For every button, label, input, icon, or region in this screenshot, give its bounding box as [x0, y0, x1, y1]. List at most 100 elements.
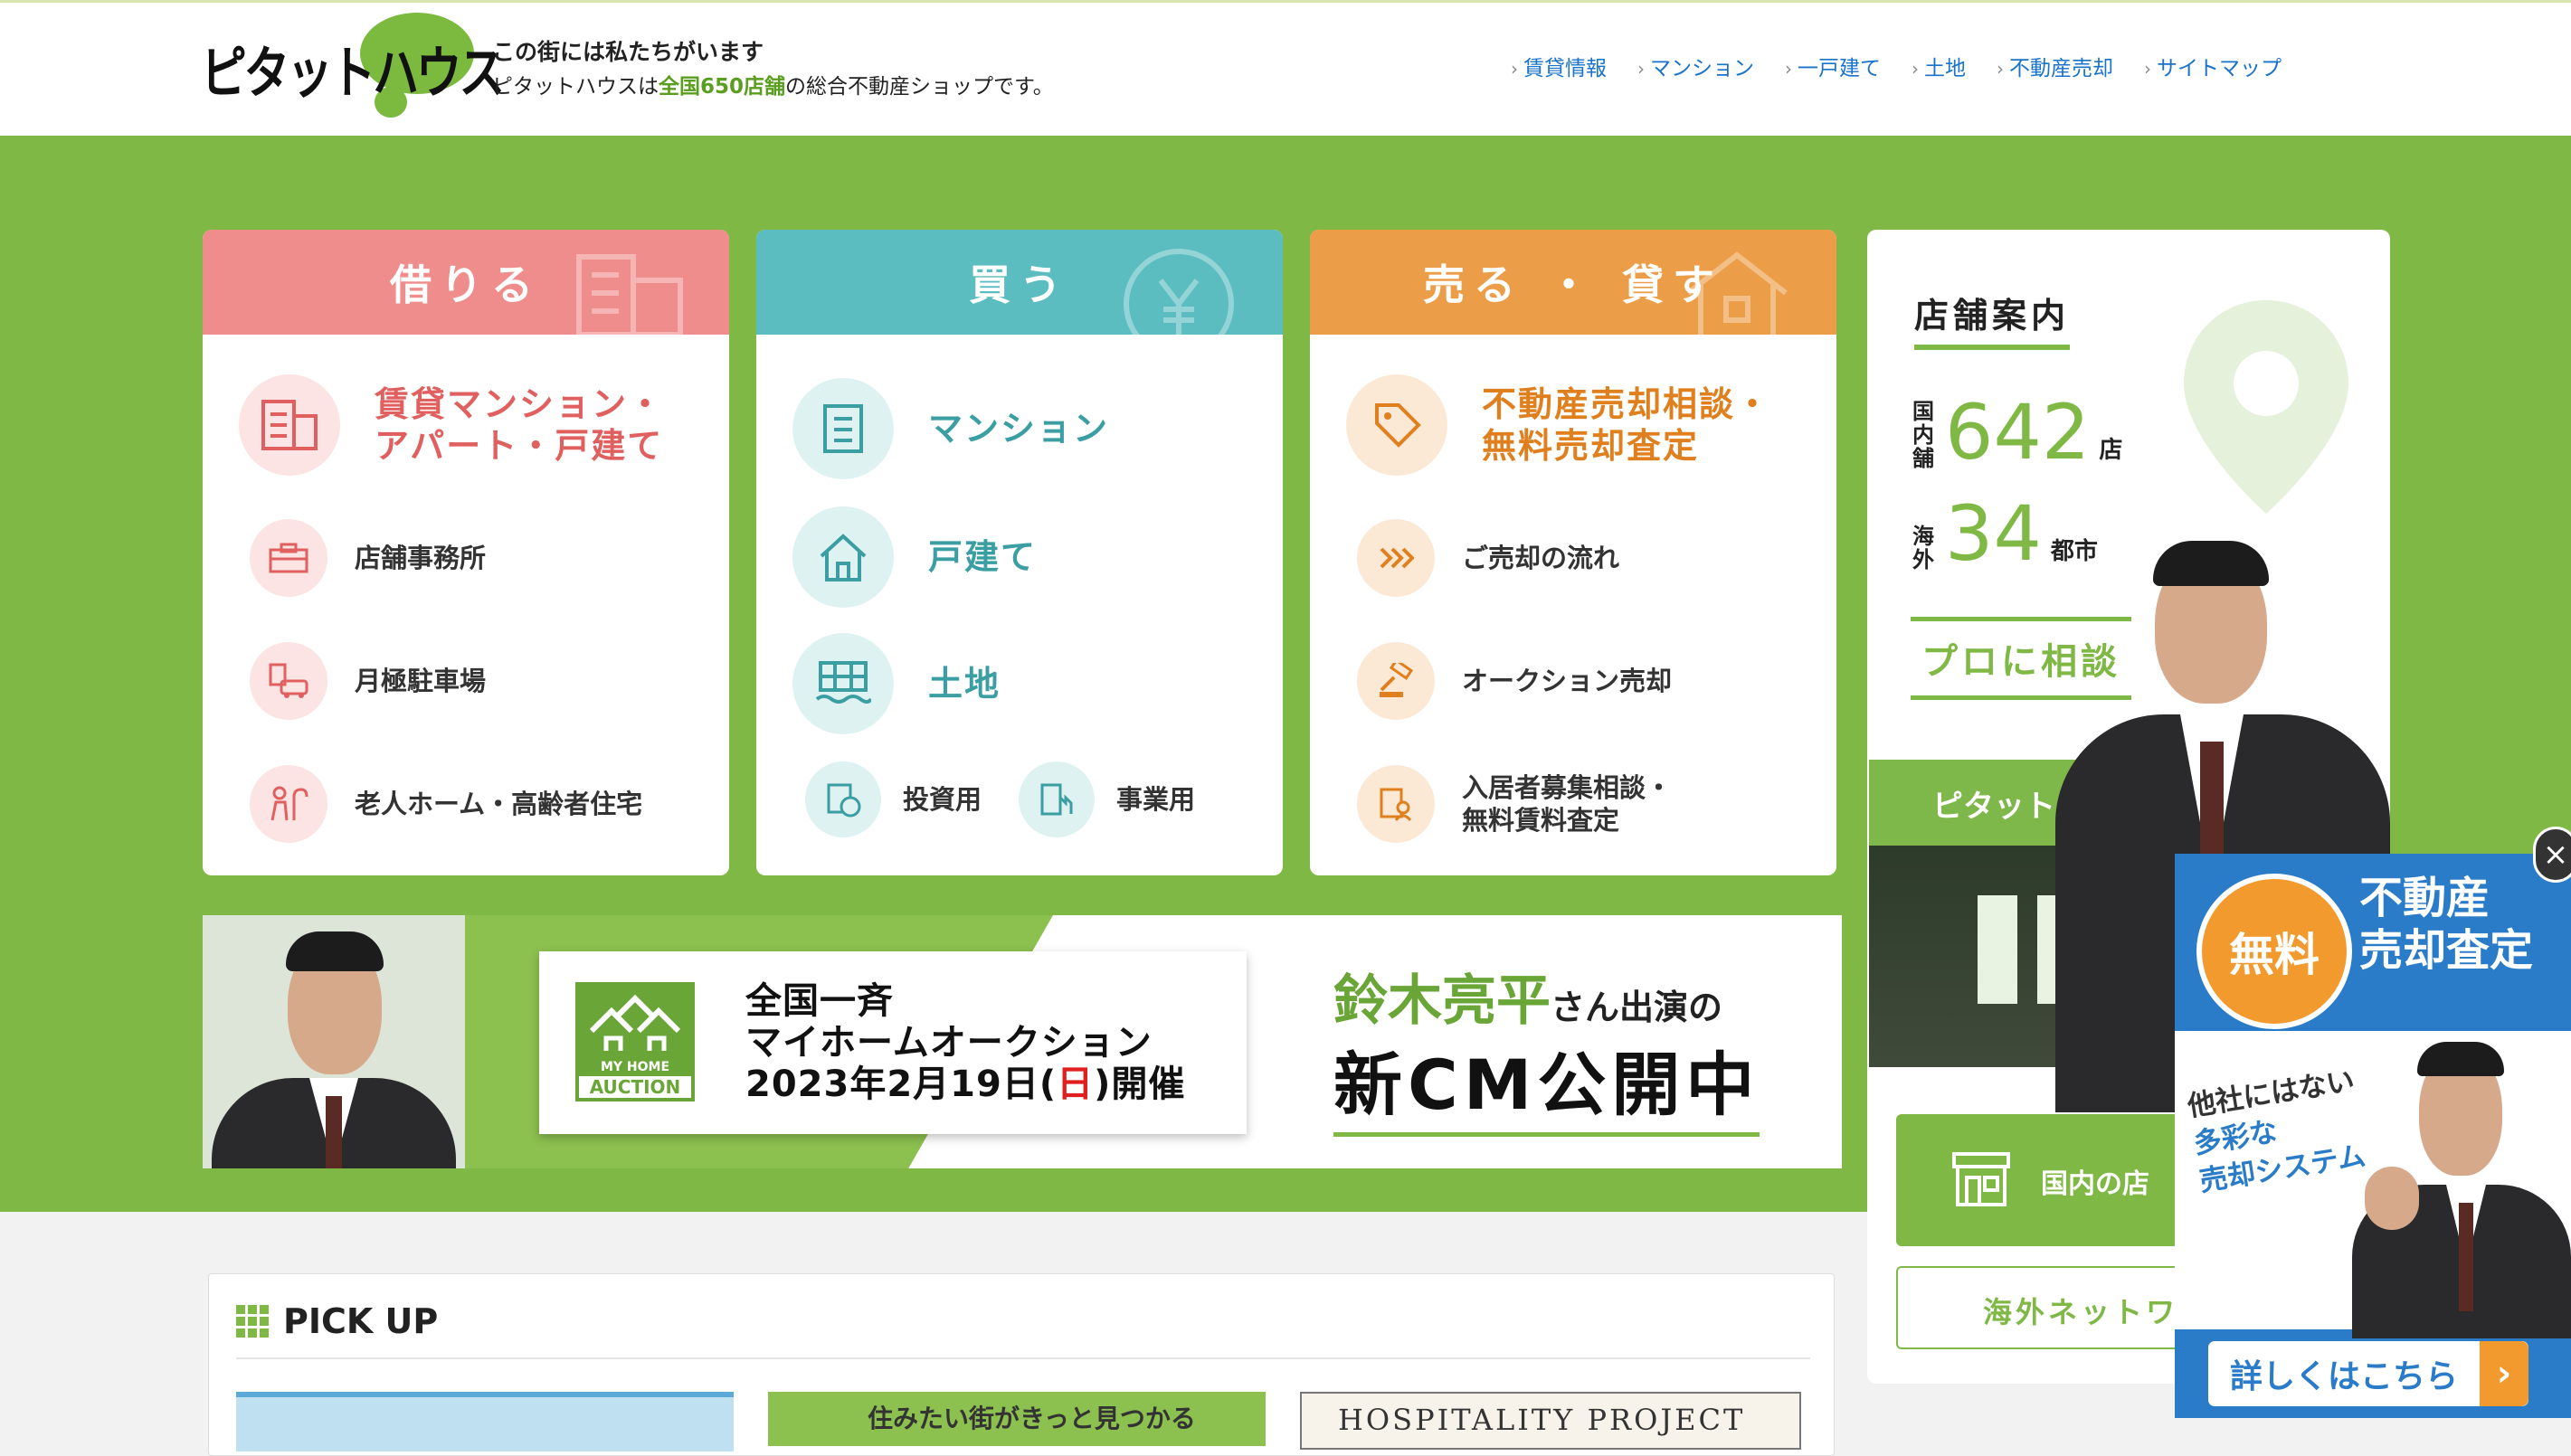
rent-card: 借りる 賃貸マンション・ アパート・戸建て 店舗事務所 月極駐車場 老人ホーム・… — [203, 230, 729, 875]
site-logo[interactable]: ピタットハウス — [201, 27, 505, 109]
buy-item-mansion-label: マンション — [928, 409, 1110, 449]
flow-icon — [1357, 519, 1435, 597]
popup-details-label: 詳しくはこちら — [2229, 1358, 2458, 1395]
popup-body: 他社にはない 多彩な 売却システム — [2175, 1031, 2571, 1338]
rent-item-elderly-label: 老人ホーム・高齢者住宅 — [355, 789, 643, 819]
map-pin-icon — [2184, 300, 2348, 514]
free-badge: 無料 — [2196, 874, 2352, 1029]
buy-item-land[interactable]: 土地 — [792, 633, 1001, 734]
buy-item-business[interactable]: 事業用 — [1019, 761, 1195, 837]
elderly-home-icon — [250, 765, 327, 843]
sell-main-link[interactable]: 不動産売却相談・ 無料売却査定 — [1346, 374, 1771, 476]
investment-icon — [805, 761, 881, 837]
rent-item-elderly[interactable]: 老人ホーム・高齢者住宅 — [250, 765, 642, 843]
nav-rental-info[interactable]: › 賃貸情報 — [1511, 51, 1607, 81]
auction-announcement[interactable]: MY HOME AUCTION 全国一斉 マイホームオークション 2023年2月… — [539, 951, 1247, 1134]
auction-line-1: 全国一斉 — [745, 980, 894, 1022]
buy-item-business-label: 事業用 — [1116, 784, 1196, 815]
popup-details-button[interactable]: 詳しくはこちら › — [2206, 1338, 2531, 1409]
chevron-right-icon: › — [1785, 58, 1792, 80]
yen-coin-icon — [1124, 249, 1234, 338]
rent-card-header[interactable]: 借りる — [203, 230, 729, 335]
sell-card: 売る ・ 貸す 不動産売却相談・ 無料売却査定 ご売却の流れ オークション売却 … — [1310, 230, 1836, 875]
rent-item-office[interactable]: 店舗事務所 — [250, 519, 486, 597]
sale-appraisal-popup[interactable]: 無料 不動産 売却査定 他社にはない 多彩な 売却システム 詳しくはこちら › — [2175, 854, 2571, 1418]
mansion-icon — [792, 378, 894, 479]
sell-item-auction[interactable]: オークション売却 — [1357, 642, 1672, 720]
sell-main-label: 不動産売却相談・ 無料売却査定 — [1482, 384, 1772, 466]
pickup-thumb-1[interactable] — [236, 1392, 734, 1451]
sell-item-auction-label: オークション売却 — [1462, 666, 1673, 696]
grid-icon — [236, 1305, 269, 1338]
overseas-network-label: 海外ネットワ — [1983, 1295, 2179, 1329]
tagline-title: この街には私たちがいます — [492, 39, 764, 65]
pickup-thumb-2[interactable]: 住みたい街がきっと見つかる — [768, 1392, 1266, 1446]
tagline-description: ピタットハウスは全国650店舗の総合不動産ショップです。 — [492, 75, 1054, 99]
my-home-auction-logo: MY HOME AUCTION — [575, 982, 695, 1101]
house-outline-icon — [1686, 251, 1788, 335]
rent-card-title: 借りる — [390, 260, 542, 309]
rent-main-link[interactable]: 賃貸マンション・ アパート・戸建て — [239, 374, 664, 476]
chevron-right-icon: › — [2480, 1341, 2528, 1406]
overseas-label: 海外 — [1912, 524, 1934, 572]
buy-item-house-label: 戸建て — [928, 537, 1038, 577]
cm-headline: 新CM公開中 — [1333, 1029, 1760, 1137]
office-icon — [250, 519, 327, 597]
parking-icon — [250, 642, 327, 720]
popup-close-button[interactable]: × — [2533, 827, 2571, 883]
popup-note: 他社にはない 多彩な 売却システム — [2185, 1064, 2368, 1198]
chevron-right-icon: › — [1997, 58, 2004, 80]
domestic-store-label: 国内の店 — [2041, 1168, 2149, 1200]
sell-card-header[interactable]: 売る ・ 貸す — [1310, 230, 1836, 335]
auction-icon — [1357, 642, 1435, 720]
popup-title: 不動産 売却査定 — [2359, 873, 2534, 976]
pickup-thumb-3[interactable]: HOSPITALITY PROJECT — [1300, 1392, 1801, 1450]
chevron-right-icon: › — [1511, 58, 1518, 80]
cm-actor-line: 鈴木亮平さん出演の — [1333, 969, 1723, 1033]
sell-item-tenant[interactable]: 入居者募集相談・ 無料賃料査定 — [1357, 765, 1672, 843]
apartment-icon — [239, 374, 340, 476]
store-info-title: 店舗案内 — [1914, 288, 2071, 350]
rent-item-parking[interactable]: 月極駐車場 — [250, 642, 486, 720]
auction-line-3: 2023年2月19日(日)開催 — [745, 1064, 1186, 1105]
nav-land[interactable]: › 土地 — [1912, 51, 1966, 81]
house-icon — [792, 506, 894, 608]
chevron-right-icon: › — [1912, 58, 1919, 80]
auction-text: 全国一斉 マイホームオークション 2023年2月19日(日)開催 — [745, 980, 1185, 1105]
auction-logo-bottom: AUCTION — [579, 1076, 691, 1098]
buy-item-house[interactable]: 戸建て — [792, 506, 1037, 608]
nav-sitemap[interactable]: › サイトマップ — [2144, 51, 2282, 81]
buy-item-investment[interactable]: 投資用 — [805, 761, 982, 837]
consult-pro-label: プロに相談 — [1911, 617, 2131, 700]
sell-item-tenant-label: 入居者募集相談・ 無料賃料査定 — [1462, 772, 1673, 836]
buy-item-land-label: 土地 — [928, 664, 1001, 704]
building-icon — [576, 254, 683, 335]
buy-card-header[interactable]: 買う — [756, 230, 1283, 338]
nav-detached-house[interactable]: › 一戸建て — [1785, 51, 1881, 81]
auction-line-2: マイホームオークション — [745, 1022, 1153, 1064]
chevron-right-icon: › — [1637, 58, 1645, 80]
rent-item-office-label: 店舗事務所 — [355, 543, 487, 573]
business-icon — [1019, 761, 1095, 837]
nav-sell-property[interactable]: › 不動産売却 — [1997, 51, 2113, 81]
pickup-thumb-3-text: HOSPITALITY PROJECT — [1338, 1403, 1746, 1437]
top-navigation: › 賃貸情報 › マンション › 一戸建て › 土地 › 不動産売却 › サイトマップ — [1511, 51, 2282, 81]
rent-main-label: 賃貸マンション・ アパート・戸建て — [375, 384, 665, 466]
land-icon — [792, 633, 894, 734]
overseas-unit: 都市 — [2050, 538, 2098, 565]
nav-mansion[interactable]: › マンション — [1637, 51, 1754, 81]
pickup-section: PICK UP 住みたい街がきっと見つかる HOSPITALITY PROJEC… — [208, 1273, 1835, 1456]
domestic-label: 国内舗 — [1912, 399, 1934, 471]
cm-campaign-banner[interactable]: MY HOME AUCTION 全国一斉 マイホームオークション 2023年2月… — [203, 915, 1842, 1168]
pickup-title: PICK UP — [236, 1301, 438, 1341]
chevron-right-icon: › — [2144, 58, 2151, 80]
buy-card: 買う マンション 戸建て 土地 投資用 事業用 — [756, 230, 1283, 875]
auction-logo-top: MY HOME — [600, 1060, 670, 1074]
buy-item-mansion[interactable]: マンション — [792, 378, 1109, 479]
domestic-unit: 店 — [2099, 437, 2123, 464]
domestic-stat: 国内舗 642 店 — [1912, 394, 2122, 470]
rent-item-parking-label: 月極駐車場 — [355, 666, 487, 696]
overseas-stat: 海外 34 都市 — [1912, 496, 2098, 572]
storefront-icon — [1952, 1152, 2010, 1206]
sell-item-flow[interactable]: ご売却の流れ — [1357, 519, 1619, 597]
